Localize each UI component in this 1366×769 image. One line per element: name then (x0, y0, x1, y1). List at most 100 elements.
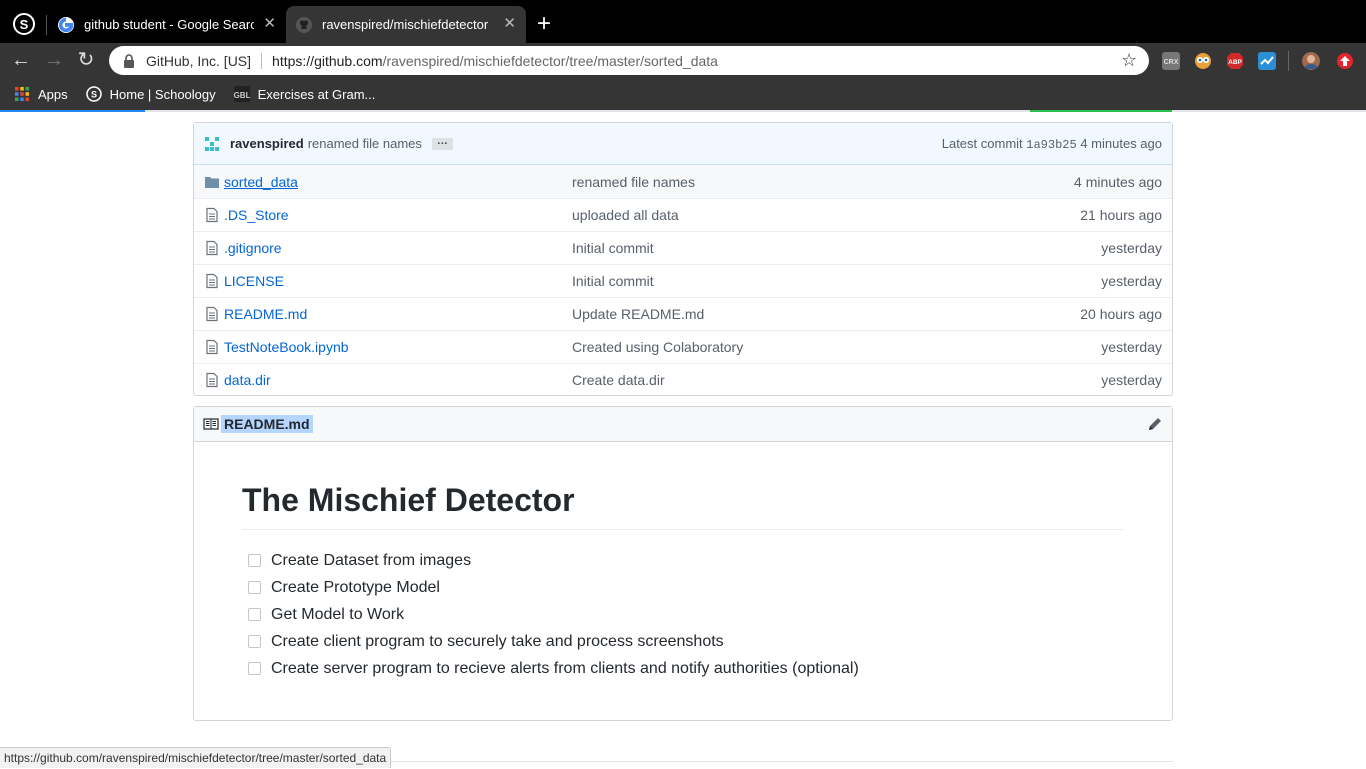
file-commit-message[interactable]: Update README.md (572, 306, 972, 322)
file-icon (206, 273, 218, 289)
file-name-link[interactable]: TestNoteBook.ipynb (224, 339, 572, 355)
upload-extension-icon[interactable] (1336, 52, 1354, 70)
file-name-link[interactable]: LICENSE (224, 273, 572, 289)
latest-commit-bar: ravenspired renamed file names … Latest … (194, 123, 1172, 165)
commit-sha-link[interactable]: 1a93b25 (1026, 138, 1076, 152)
tab-github-repo[interactable]: ravenspired/mischiefdetector ✕ (286, 6, 526, 43)
gbl-icon: GBL (233, 86, 250, 102)
file-commit-message[interactable]: uploaded all data (572, 207, 972, 223)
file-commit-message[interactable]: Initial commit (572, 240, 972, 256)
bookmark-label: Exercises at Gram... (257, 86, 376, 102)
file-row: .gitignore Initial commit yesterday (194, 231, 1172, 264)
file-commit-age: yesterday (1101, 273, 1162, 289)
svg-text:ABP: ABP (1228, 59, 1242, 66)
close-icon[interactable]: ✕ (503, 16, 516, 32)
task-list-item: Create server program to recieve alerts … (248, 655, 859, 682)
tab-separator (46, 15, 47, 35)
task-checkbox (248, 608, 261, 621)
latest-commit-info: Latest commit 1a93b25 4 minutes ago (942, 136, 1162, 152)
latest-commit-label: Latest commit (941, 135, 1023, 151)
bookmark-schoology[interactable]: S Home | Schoology (85, 86, 216, 102)
commit-author-link[interactable]: ravenspired (230, 136, 304, 151)
task-checkbox (248, 662, 261, 675)
tab-strip: S github student - Google Search ✕ raven… (0, 0, 1366, 43)
schoology-icon: S (85, 86, 102, 102)
tab-google-search[interactable]: github student - Google Search ✕ (48, 6, 286, 43)
task-checkbox (248, 581, 261, 594)
task-text: Create client program to securely take a… (271, 632, 724, 650)
bookmarks-bar: Apps S Home | Schoology GBL Exercises at… (0, 78, 1366, 110)
apps-grid-icon (15, 87, 29, 101)
file-commit-message[interactable]: Initial commit (572, 273, 972, 289)
bookmark-apps[interactable]: Apps (14, 86, 68, 102)
file-name-link[interactable]: data.dir (224, 372, 572, 388)
task-list: Create Dataset from images Create Protot… (248, 547, 859, 682)
forward-arrow-icon[interactable]: → (43, 49, 65, 71)
file-name-link[interactable]: .gitignore (224, 240, 572, 256)
bookmark-star-icon[interactable]: ☆ (1121, 51, 1139, 69)
file-row: TestNoteBook.ipynb Created using Colabor… (194, 330, 1172, 363)
adblock-plus-icon[interactable]: ABP (1226, 52, 1244, 70)
task-checkbox (248, 554, 261, 567)
file-commit-age: yesterday (1101, 372, 1162, 388)
tab-title: ravenspired/mischiefdetector (322, 17, 489, 32)
file-icon (206, 240, 218, 256)
svg-text:CRX: CRX (1164, 59, 1179, 66)
readme-header: README.md (194, 407, 1172, 442)
file-name-link[interactable]: README.md (224, 306, 572, 322)
task-text: Create Dataset from images (271, 551, 472, 569)
commit-details-toggle[interactable]: … (431, 135, 453, 150)
commit-age: 4 minutes ago (1080, 135, 1162, 151)
task-checkbox (248, 635, 261, 648)
file-name-link[interactable]: .DS_Store (224, 207, 572, 223)
file-navigation-box: ravenspired renamed file names … Latest … (193, 122, 1173, 396)
profile-avatar-icon[interactable] (1302, 52, 1320, 70)
google-icon (58, 16, 74, 33)
file-name-link[interactable]: sorted_data (224, 174, 572, 190)
tabnav-selected-indicator (0, 110, 145, 112)
file-commit-message[interactable]: Create data.dir (572, 372, 972, 388)
commit-message-link[interactable]: renamed file names (308, 136, 422, 151)
author-identicon-icon[interactable] (204, 136, 220, 152)
pencil-edit-icon[interactable] (1147, 416, 1163, 432)
link-status-bubble: https://github.com/ravenspired/mischiefd… (0, 747, 392, 768)
file-commit-age: yesterday (1101, 240, 1162, 256)
github-icon (296, 16, 312, 33)
readme-title: The Mischief Detector (242, 482, 1124, 530)
svg-text:S: S (20, 17, 29, 32)
file-icon (206, 207, 218, 223)
chart-extension-icon[interactable] (1258, 52, 1276, 70)
bookmark-label: Home | Schoology (109, 86, 216, 102)
file-icon (206, 339, 218, 355)
task-text: Create server program to recieve alerts … (271, 659, 859, 677)
new-tab-button[interactable]: + (537, 10, 551, 38)
clone-button-edge[interactable] (1030, 110, 1172, 112)
schoology-pinned-tab-icon[interactable]: S (12, 12, 36, 36)
folder-icon (205, 176, 219, 188)
task-list-item: Get Model to Work (248, 601, 859, 628)
svg-text:S: S (91, 90, 97, 100)
bookmark-label: Apps (38, 86, 68, 102)
close-icon[interactable]: ✕ (263, 16, 276, 32)
task-text: Create Prototype Model (271, 578, 440, 596)
file-commit-age: 20 hours ago (1080, 306, 1162, 322)
file-commit-age: yesterday (1101, 339, 1162, 355)
owl-extension-icon[interactable] (1194, 52, 1212, 70)
address-bar[interactable]: GitHub, Inc. [US] https://github.com/rav… (109, 46, 1149, 75)
file-row: .DS_Store uploaded all data 21 hours ago (194, 198, 1172, 231)
back-arrow-icon[interactable]: ← (10, 49, 32, 71)
task-list-item: Create Dataset from images (248, 547, 859, 574)
file-commit-message[interactable]: renamed file names (572, 174, 972, 190)
tab-title: github student - Google Search (84, 17, 254, 32)
file-commit-message[interactable]: Created using Colaboratory (572, 339, 972, 355)
svg-text:GBL: GBL (234, 91, 250, 100)
url-path: /ravenspired/mischiefdetector/tree/maste… (382, 52, 718, 69)
file-row: README.md Update README.md 20 hours ago (194, 297, 1172, 330)
bookmark-gbl-exercises[interactable]: GBL Exercises at Gram... (233, 86, 376, 102)
crx-extension-icon[interactable]: CRX (1162, 52, 1180, 70)
reload-icon[interactable]: ↻ (75, 49, 97, 71)
file-commit-age: 21 hours ago (1080, 207, 1162, 223)
file-commit-age: 4 minutes ago (1074, 173, 1162, 190)
browser-toolbar: ← → ↻ GitHub, Inc. [US] https://github.c… (0, 43, 1366, 78)
lock-icon[interactable] (121, 53, 137, 69)
